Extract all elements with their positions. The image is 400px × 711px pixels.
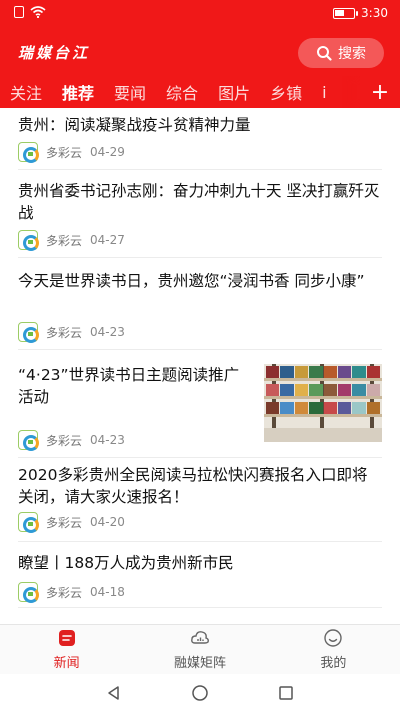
source-icon <box>18 230 39 251</box>
tab-headlines[interactable]: 要闻 <box>104 80 156 104</box>
bottom-tab-bar: 新闻 融媒矩阵 我的 <box>0 624 400 674</box>
news-title: “4·23”世界读书日主题阅读推广活动 <box>18 366 240 406</box>
wifi-icon <box>30 6 46 18</box>
source-icon <box>18 512 39 533</box>
news-thumbnail <box>264 364 382 442</box>
media-matrix-icon <box>191 631 209 644</box>
news-title: 贵州：阅读凝聚战疫斗贫精神力量 <box>18 116 251 134</box>
app-logo: 瑞媒台江 <box>18 44 91 62</box>
news-source: 多彩云 <box>46 145 83 160</box>
battery-icon <box>333 7 359 19</box>
news-title: 今天是世界读书日，贵州邀您“浸润书香 同步小康” <box>18 272 365 290</box>
system-nav-bar <box>0 674 400 711</box>
back-icon[interactable] <box>105 684 123 702</box>
tab-recommend[interactable]: 推荐 <box>52 80 104 104</box>
bottom-tab-profile[interactable]: 我的 <box>267 625 400 674</box>
status-left <box>14 6 46 18</box>
bottom-tab-news[interactable]: 新闻 <box>0 625 133 674</box>
source-icon <box>18 142 39 163</box>
news-item[interactable]: “4·23”世界读书日主题阅读推广活动 多彩云 04-23 <box>18 350 382 458</box>
news-title: 2020多彩贵州全民阅读马拉松快闪赛报名入口即将关闭，请大家火速报名！ <box>18 466 368 506</box>
news-source: 多彩云 <box>46 515 83 530</box>
news-source: 多彩云 <box>46 233 83 248</box>
search-button[interactable]: 搜索 <box>298 38 384 68</box>
status-right: 3:30 <box>333 6 388 20</box>
source-icon <box>18 582 39 603</box>
recents-icon[interactable] <box>277 684 295 702</box>
news-date: 04-20 <box>90 515 125 529</box>
news-meta: 多彩云 04-23 <box>18 430 125 451</box>
news-title: 贵州省委书记孙志刚：奋力冲刺九十天 坚决打赢歼灭战 <box>18 182 380 222</box>
tab-partial[interactable]: i <box>312 83 336 102</box>
source-icon <box>18 322 39 343</box>
news-source: 多彩云 <box>46 585 83 600</box>
news-feed: 贵州：阅读凝聚战疫斗贫精神力量 多彩云 04-29 贵州省委书记孙志刚：奋力冲刺… <box>0 108 400 624</box>
bottom-tab-label: 融媒矩阵 <box>173 656 226 671</box>
tab-pictures[interactable]: 图片 <box>208 80 260 104</box>
news-date: 04-23 <box>90 433 125 447</box>
news-meta: 多彩云 04-27 <box>18 230 125 251</box>
news-date: 04-18 <box>90 585 125 599</box>
news-meta: 多彩云 04-20 <box>18 512 125 533</box>
news-icon <box>58 630 75 646</box>
status-time: 3:30 <box>361 6 388 20</box>
status-bar: 3:30 <box>0 0 400 28</box>
news-item[interactable]: 瞭望丨188万人成为贵州新市民 多彩云 04-18 <box>18 542 382 608</box>
profile-icon <box>324 629 343 647</box>
sim-icon <box>14 6 24 18</box>
source-icon <box>18 430 39 451</box>
category-tabs: 关注 推荐 要闻 综合 图片 乡镇 i + <box>0 76 400 108</box>
news-item[interactable]: 2020多彩贵州全民阅读马拉松快闪赛报名入口即将关闭，请大家火速报名！ 多彩云 … <box>18 458 382 542</box>
news-date: 04-27 <box>90 233 125 247</box>
bottom-tab-label: 新闻 <box>53 656 80 671</box>
bottom-tab-media-matrix[interactable]: 融媒矩阵 <box>133 625 266 674</box>
tab-towns[interactable]: 乡镇 <box>260 80 312 104</box>
add-channel-button[interactable]: + <box>360 76 400 108</box>
news-item[interactable]: 贵州：阅读凝聚战疫斗贫精神力量 多彩云 04-29 <box>18 108 382 170</box>
tab-follow[interactable]: 关注 <box>0 80 52 104</box>
news-meta: 多彩云 04-23 <box>18 322 125 343</box>
news-date: 04-23 <box>90 325 125 339</box>
news-title: 瞭望丨188万人成为贵州新市民 <box>18 554 234 572</box>
news-date: 04-29 <box>90 145 125 159</box>
news-meta: 多彩云 04-29 <box>18 142 125 163</box>
search-icon <box>317 46 332 61</box>
home-icon[interactable] <box>191 684 209 702</box>
search-label: 搜索 <box>338 46 366 62</box>
news-item[interactable]: 今天是世界读书日，贵州邀您“浸润书香 同步小康” 多彩云 04-23 <box>18 258 382 350</box>
tab-general[interactable]: 综合 <box>156 80 208 104</box>
app-header: 瑞媒台江 搜索 <box>0 28 400 76</box>
bottom-tab-label: 我的 <box>320 656 347 671</box>
news-source: 多彩云 <box>46 325 83 340</box>
news-source: 多彩云 <box>46 433 83 448</box>
news-meta: 多彩云 04-18 <box>18 582 125 603</box>
news-item[interactable]: 贵州省委书记孙志刚：奋力冲刺九十天 坚决打赢歼灭战 多彩云 04-27 <box>18 170 382 258</box>
